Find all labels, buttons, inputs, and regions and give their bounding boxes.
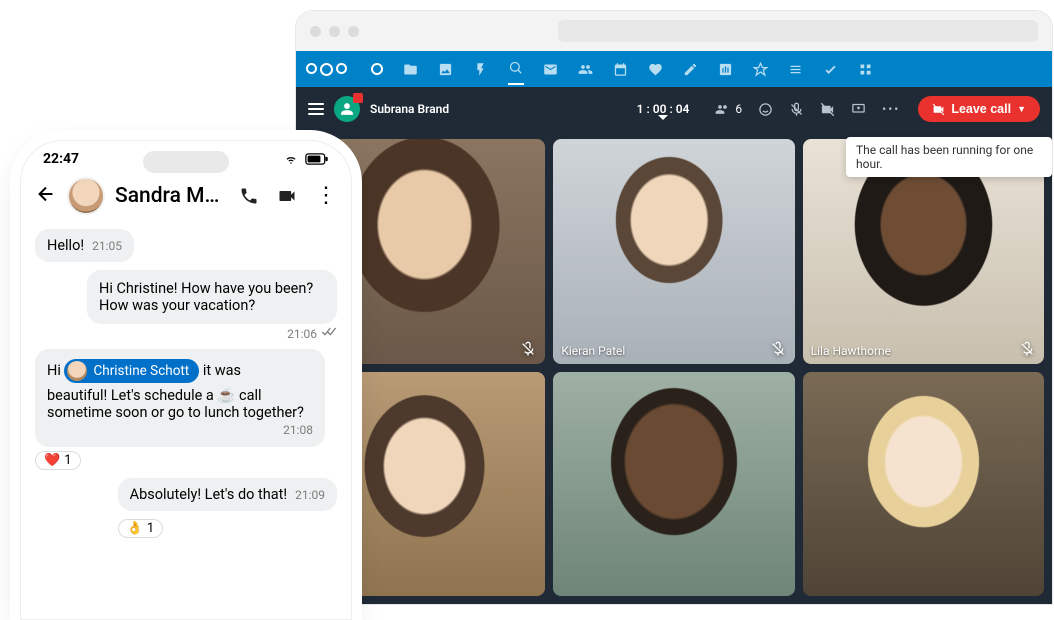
participant-name: Kieran Patel [561, 344, 625, 358]
window-close-dot[interactable] [310, 26, 321, 37]
list-icon[interactable] [788, 62, 803, 77]
reaction-count: 1 [64, 453, 71, 468]
reaction-count: 1 [147, 521, 154, 536]
browser-window: Subrana Brand 1 : 00 : 04 6 ••• Leave ca… [295, 10, 1053, 605]
conversation-avatar[interactable] [334, 96, 360, 122]
contact-name[interactable]: Sandra M… [115, 184, 229, 208]
grid-icon[interactable] [858, 62, 873, 77]
message-text: Hello! [47, 237, 84, 254]
reaction-chip[interactable]: ❤️ 1 [35, 451, 81, 470]
call-timer: 1 : 00 : 04 [637, 102, 690, 116]
voice-call-icon[interactable] [239, 186, 259, 206]
chat-message[interactable]: Hi Christine! How have you been? How was… [87, 270, 337, 341]
chevron-down-icon: ▼ [1017, 104, 1026, 114]
sidebar-toggle-icon[interactable] [308, 103, 324, 115]
calendar-icon[interactable] [613, 62, 628, 77]
participant-tile[interactable]: Kieran Patel [553, 139, 794, 364]
address-bar[interactable] [558, 20, 1038, 42]
notes-icon[interactable] [683, 62, 698, 77]
favorites-icon[interactable] [648, 62, 663, 77]
video-call-icon[interactable] [277, 186, 297, 206]
participant-tile[interactable] [803, 372, 1044, 597]
chat-header: Sandra M… ⋮ [21, 171, 351, 225]
message-text: Absolutely! Let's do that! [130, 486, 287, 503]
message-time: 21:05 [92, 239, 122, 253]
window-max-dot[interactable] [348, 26, 359, 37]
message-time: 21:08 [283, 423, 313, 437]
mic-muted-icon [519, 340, 537, 358]
files-icon[interactable] [403, 62, 418, 77]
conversation-name[interactable]: Subrana Brand [370, 102, 449, 116]
mention-avatar [67, 361, 87, 381]
video-grid: bourne Kieran Patel Lila Hawthorne [296, 131, 1052, 604]
mention-pill[interactable]: Christine Schott [64, 359, 199, 383]
timer-tooltip: The call has been running for one hour. [846, 137, 1052, 177]
more-menu-icon[interactable]: ⋮ [315, 185, 337, 207]
status-time: 22:47 [43, 151, 79, 167]
message-text: Hi Christine! How have you been? How was… [99, 280, 313, 314]
message-text-pre: Hi [47, 362, 64, 379]
phone-frame: 22:47 Sandra M… ⋮ Hello! 21:05 Hi Christ… [20, 140, 352, 620]
tasks-check-icon[interactable] [823, 62, 838, 77]
reactions-icon[interactable] [758, 102, 773, 117]
chat-message[interactable]: Hi Christine Schott it was beautiful! Le… [35, 349, 325, 470]
dynamic-island [143, 151, 229, 173]
back-button[interactable] [35, 183, 57, 209]
nextcloud-topbar [296, 51, 1052, 87]
message-time: 21:09 [295, 488, 325, 502]
activity-icon[interactable] [473, 62, 488, 77]
app-nav [371, 60, 873, 79]
mic-toggle-icon[interactable] [789, 102, 804, 117]
window-min-dot[interactable] [329, 26, 340, 37]
mic-muted-icon [769, 340, 787, 358]
chat-message[interactable]: Hello! 21:05 [35, 229, 134, 262]
leave-call-button[interactable]: Leave call ▼ [918, 96, 1040, 122]
reaction-emoji: 👌 [127, 521, 143, 536]
mail-icon[interactable] [543, 62, 558, 77]
more-actions-icon[interactable]: ••• [882, 102, 900, 116]
reaction-chip[interactable]: 👌 1 [118, 519, 164, 538]
chat-thread[interactable]: Hello! 21:05 Hi Christine! How have you … [21, 225, 351, 542]
read-receipt-icon [321, 326, 337, 341]
chat-message[interactable]: Absolutely! Let's do that! 21:09 👌 1 [118, 478, 337, 538]
talk-icon[interactable] [508, 60, 523, 79]
participants-count[interactable]: 6 [715, 102, 742, 117]
deck-icon[interactable] [718, 62, 733, 77]
reaction-emoji: ❤️ [44, 453, 60, 468]
browser-chrome [296, 11, 1052, 51]
screenshare-icon[interactable] [851, 102, 866, 117]
participant-name: Lila Hawthorne [811, 344, 891, 358]
contact-avatar[interactable] [67, 177, 105, 215]
mic-muted-icon [1018, 340, 1036, 358]
wifi-icon [283, 153, 299, 165]
dashboard-icon[interactable] [371, 63, 383, 75]
message-text-body: beautiful! Let's schedule a ☕ call somet… [47, 387, 304, 421]
call-header: Subrana Brand 1 : 00 : 04 6 ••• Leave ca… [296, 87, 1052, 131]
notification-badge [353, 93, 363, 103]
camera-toggle-icon[interactable] [820, 102, 835, 117]
message-time: 21:06 [287, 327, 317, 341]
contacts-icon[interactable] [578, 62, 593, 77]
star-icon[interactable] [753, 62, 768, 77]
battery-icon [305, 153, 329, 165]
participant-tile[interactable] [553, 372, 794, 597]
message-text-post: it was [203, 362, 241, 379]
nextcloud-logo-icon[interactable] [306, 63, 347, 76]
photos-icon[interactable] [438, 62, 453, 77]
